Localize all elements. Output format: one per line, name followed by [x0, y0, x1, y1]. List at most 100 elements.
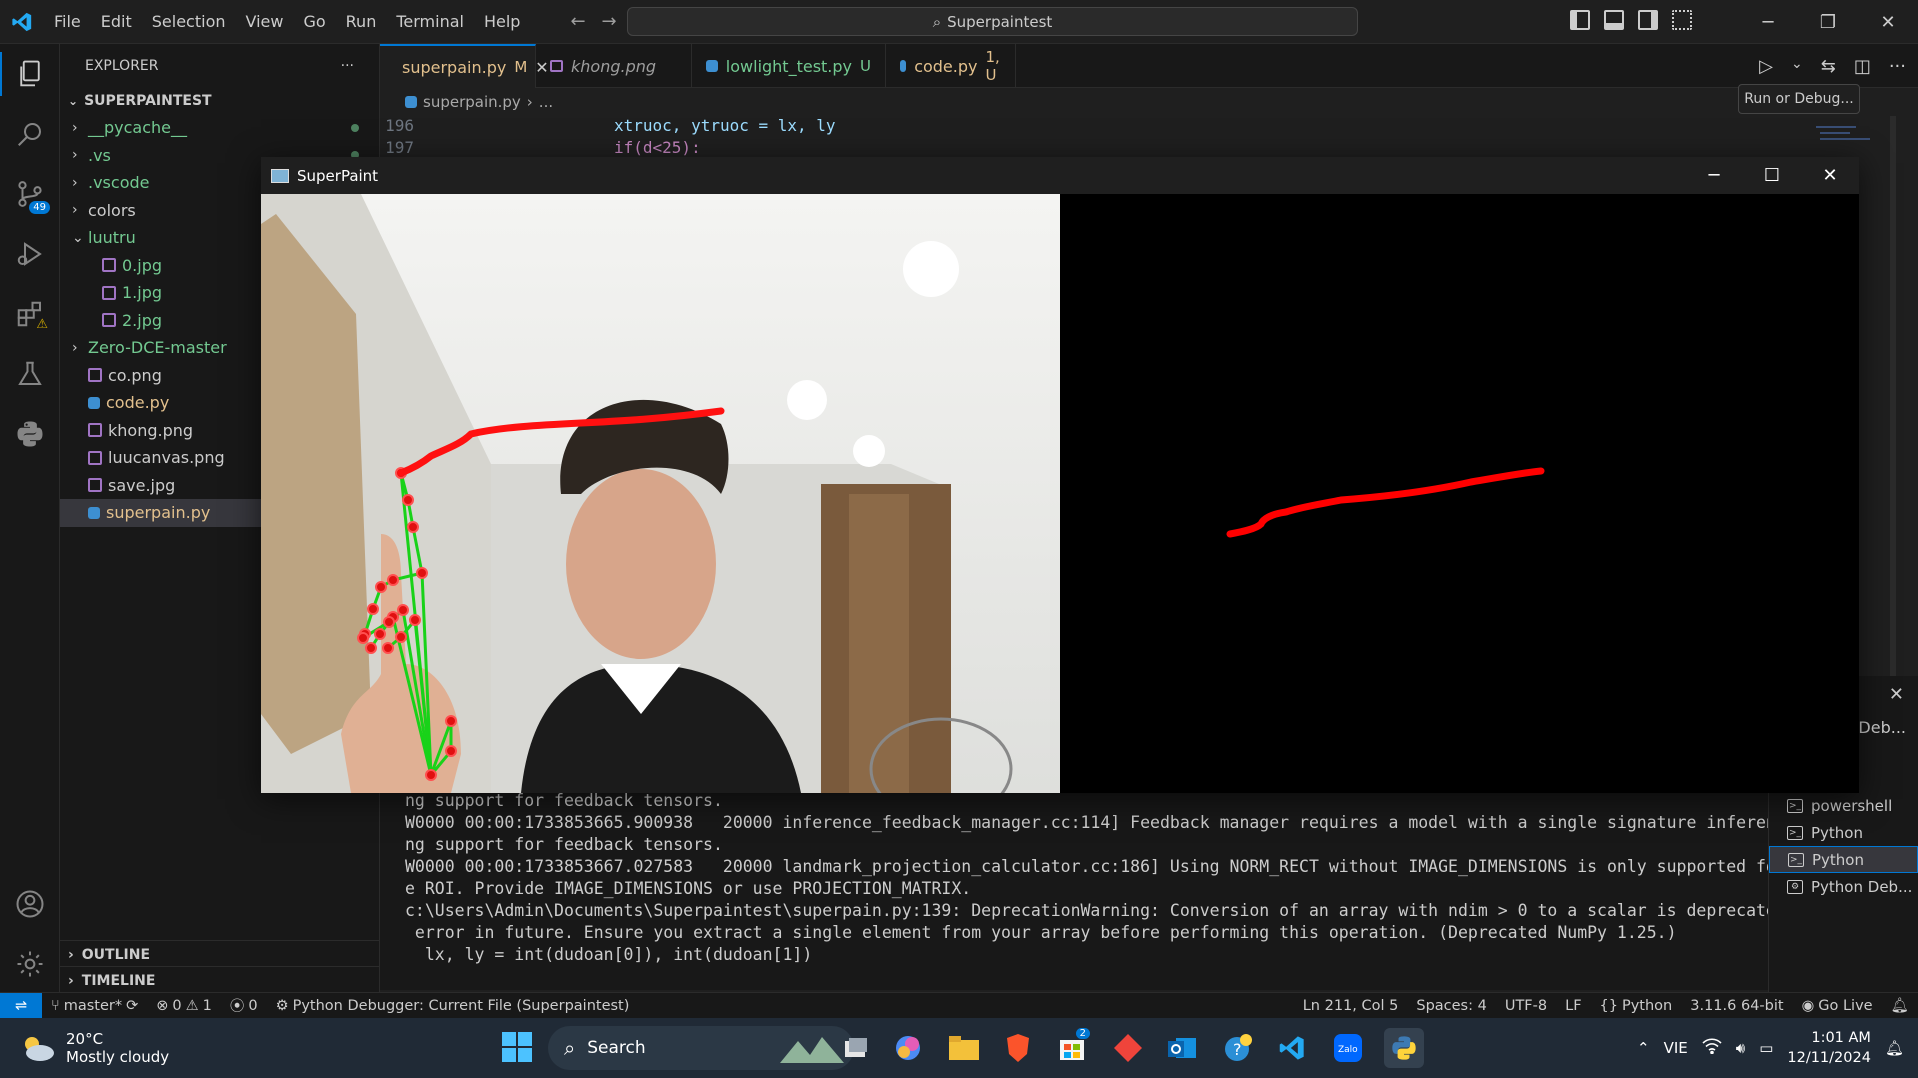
back-arrow-icon[interactable]: ←	[570, 11, 585, 32]
explorer-icon[interactable]	[0, 44, 60, 104]
chevron-right-icon: ›	[72, 174, 78, 191]
sync-icon: ⟳	[126, 997, 139, 1014]
menu-selection[interactable]: Selection	[142, 0, 236, 44]
clock[interactable]: 1:01 AM 12/11/2024	[1787, 1028, 1871, 1068]
breadcrumb-rest[interactable]: ...	[539, 93, 553, 111]
close-button[interactable]: ✕	[1801, 157, 1859, 194]
source-control-icon[interactable]: 49	[0, 164, 60, 224]
settings-gear-icon[interactable]	[0, 934, 60, 994]
account-icon[interactable]	[0, 874, 60, 934]
tab-superpain-py[interactable]: superpain.py M ✕	[380, 44, 549, 88]
split-editor-icon[interactable]: ◫	[1854, 56, 1871, 77]
input-language[interactable]: VIE	[1664, 1039, 1688, 1057]
menu-help[interactable]: Help	[474, 0, 530, 44]
terminal-session[interactable]: >_ Python	[1769, 846, 1918, 873]
notification-icon[interactable]: 🔔︎	[1885, 1039, 1904, 1057]
run-debug-icon[interactable]	[0, 224, 60, 284]
minimize-button[interactable]: ─	[1738, 0, 1798, 44]
timeline-section[interactable]: › TIMELINE	[60, 966, 380, 994]
chevron-down-icon[interactable]: ⌄	[1791, 56, 1803, 77]
microsoft-store-icon[interactable]: 2	[1052, 1028, 1092, 1068]
debug-status[interactable]: ⚙ Python Debugger: Current File (Superpai…	[267, 998, 639, 1014]
paint-canvas[interactable]	[1060, 194, 1859, 793]
menu-run[interactable]: Run	[336, 0, 387, 44]
vscode-taskbar-icon[interactable]	[1272, 1028, 1312, 1068]
tree-item-label: save.jpg	[108, 475, 176, 495]
menu-go[interactable]: Go	[293, 0, 335, 44]
terminal-session[interactable]: ⚙ Python Deb...	[1769, 873, 1918, 900]
python-file-icon	[405, 96, 417, 108]
customize-layout-icon[interactable]	[1672, 10, 1692, 30]
menu-terminal[interactable]: Terminal	[386, 0, 474, 44]
clock-time: 1:01 AM	[1811, 1030, 1871, 1046]
outlook-icon[interactable]	[1162, 1028, 1202, 1068]
file-explorer-icon[interactable]	[944, 1028, 984, 1068]
command-center-search[interactable]: ⌕ Superpaintest	[627, 7, 1358, 36]
menu-edit[interactable]: Edit	[91, 0, 142, 44]
anydesk-icon[interactable]	[1108, 1028, 1148, 1068]
tab-label: lowlight_test.py	[725, 56, 853, 76]
chevron-up-icon[interactable]: ⌃	[1637, 1039, 1650, 1057]
task-view-icon[interactable]	[836, 1028, 876, 1068]
tab-lowlight_test-py[interactable]: lowlight_test.py U	[692, 44, 886, 88]
python-app-icon[interactable]	[1384, 1028, 1424, 1068]
outline-section[interactable]: › OUTLINE	[60, 940, 380, 968]
toggle-panel-icon[interactable]	[1604, 10, 1624, 30]
python-icon[interactable]	[0, 404, 60, 464]
language-mode[interactable]: {} Python	[1591, 997, 1682, 1014]
forward-arrow-icon[interactable]: →	[602, 11, 617, 32]
remote-icon[interactable]: ⇌	[0, 992, 42, 1019]
battery-icon[interactable]: ▭	[1759, 1039, 1773, 1057]
menu-file[interactable]: File	[44, 0, 91, 44]
more-actions-icon[interactable]: ···	[1889, 56, 1906, 77]
encoding[interactable]: UTF-8	[1496, 997, 1556, 1014]
python-interpreter[interactable]: 3.11.6 64-bit	[1681, 997, 1792, 1014]
wifi-icon[interactable]	[1702, 1038, 1722, 1058]
terminal-session[interactable]: >_ Python	[1769, 819, 1918, 846]
workspace-root[interactable]: ⌄ SUPERPAINTEST	[60, 88, 379, 114]
open-changes-icon[interactable]: ⇆	[1821, 56, 1836, 77]
brave-browser-icon[interactable]	[998, 1028, 1038, 1068]
extensions-icon[interactable]: ⚠	[0, 284, 60, 344]
branch-status[interactable]: ⑂ master* ⟳	[42, 998, 147, 1014]
tree-item-label: 0.jpg	[122, 255, 163, 275]
zalo-icon[interactable]: Zalo	[1328, 1028, 1368, 1068]
terminal-session[interactable]: >_ powershell	[1769, 792, 1918, 819]
more-actions-icon[interactable]: ···	[341, 58, 354, 74]
volume-icon[interactable]: 🔊︎	[1736, 1039, 1745, 1057]
menu-view[interactable]: View	[236, 0, 294, 44]
tree-item[interactable]: › __pycache__	[60, 114, 379, 142]
close-icon[interactable]: ✕	[1889, 684, 1904, 705]
maximize-button[interactable]: ☐	[1743, 157, 1801, 194]
tab-code-py[interactable]: code.py 1, U	[886, 44, 1016, 88]
testing-icon[interactable]	[0, 344, 60, 404]
tab-khong-png[interactable]: khong.png	[536, 44, 692, 88]
taskbar-search[interactable]: ⌕ Search	[548, 1026, 854, 1070]
close-button[interactable]: ✕	[1858, 0, 1918, 44]
superpaint-window[interactable]: SuperPaint ─ ☐ ✕	[261, 157, 1859, 793]
start-button[interactable]	[502, 1032, 532, 1062]
ports-status[interactable]: ⦿ 0	[221, 995, 267, 1016]
debug-icon: ⚙	[275, 997, 289, 1014]
help-icon[interactable]: ?	[1218, 1028, 1258, 1068]
warning-icon: ⚠	[185, 997, 199, 1014]
minimize-button[interactable]: ─	[1685, 157, 1743, 194]
go-live[interactable]: ◉ Go Live	[1793, 997, 1882, 1014]
weather-widget[interactable]: 20°C Mostly cloudy	[0, 1030, 400, 1066]
notifications-bell-icon[interactable]: 🔔︎	[1882, 997, 1918, 1014]
superpaint-canvas[interactable]	[261, 194, 1859, 793]
restore-button[interactable]: ❐	[1798, 0, 1858, 44]
cursor-position[interactable]: Ln 211, Col 5	[1294, 997, 1408, 1014]
terminal-output[interactable]: ng support for feedback tensors. W0000 00…	[380, 790, 1886, 990]
code-editor[interactable]: 196 xtruoc, ytruoc = lx, ly 197 if(d<25)…	[380, 116, 1780, 157]
toggle-sidebar-icon[interactable]	[1570, 10, 1590, 30]
problems-status[interactable]: ⊗ 0 ⚠ 1	[147, 998, 221, 1014]
copilot-icon[interactable]	[888, 1028, 928, 1068]
breadcrumb-file[interactable]: superpain.py	[423, 93, 521, 111]
end-of-line[interactable]: LF	[1556, 997, 1590, 1014]
indentation[interactable]: Spaces: 4	[1407, 997, 1495, 1014]
run-python-icon[interactable]: ▷	[1759, 56, 1773, 77]
toggle-secondary-sidebar-icon[interactable]	[1638, 10, 1658, 30]
terminal-line: c:\Users\Admin\Documents\Superpaintest\s…	[405, 901, 1886, 920]
search-icon[interactable]	[0, 104, 60, 164]
